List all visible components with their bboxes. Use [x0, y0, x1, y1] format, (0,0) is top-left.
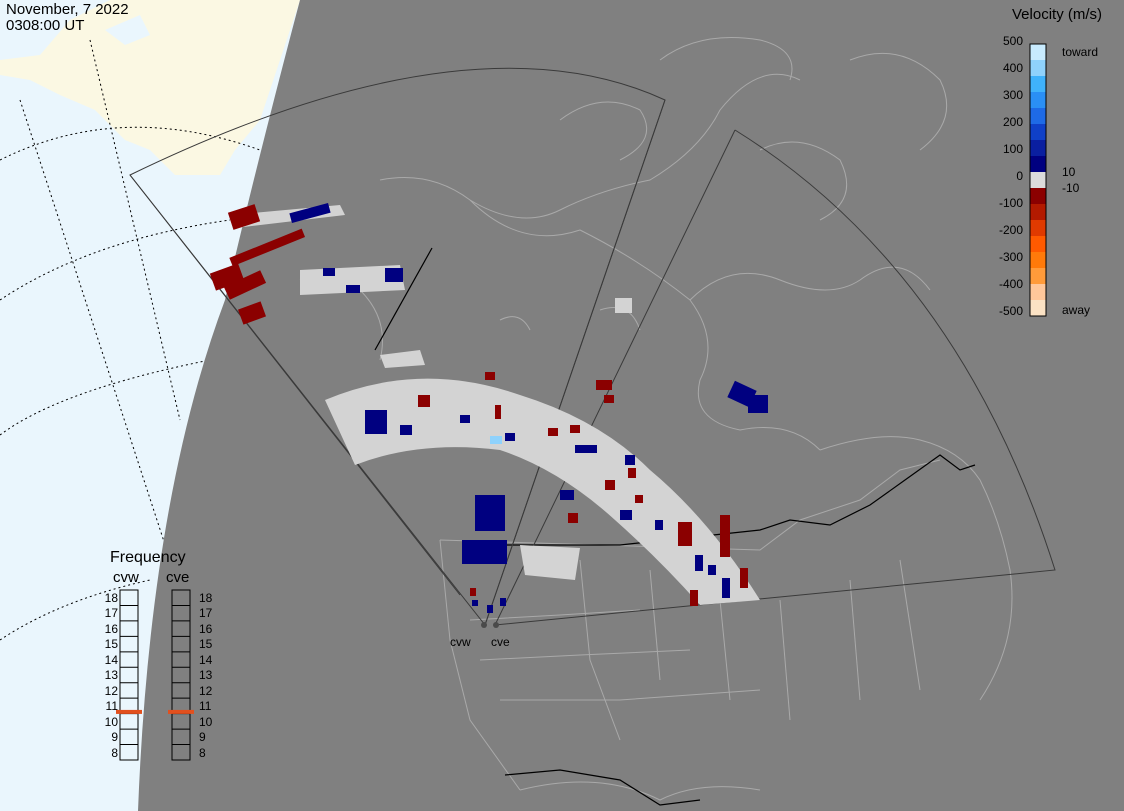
- frequency-level-label: 14: [104, 652, 118, 667]
- legend-tick-label: 300: [1002, 88, 1023, 102]
- colorbar-segment: [1030, 300, 1046, 317]
- radar-site-cve: cve: [491, 635, 510, 649]
- velocity-colorbar: [1029, 43, 1047, 317]
- frequency-level-label: 12: [104, 683, 118, 698]
- colorbar-segment: [1030, 44, 1046, 61]
- colorbar-segment: [1030, 92, 1046, 109]
- colorbar-segment: [1030, 268, 1046, 285]
- legend-tick-label: 200: [1002, 115, 1023, 129]
- legend-label-plus: 10: [1062, 165, 1076, 179]
- frequency-level-label: 8: [111, 745, 118, 760]
- legend-tick-label: 0: [1016, 169, 1023, 183]
- legend-label-minus: -10: [1062, 181, 1080, 195]
- colorbar-segment: [1030, 172, 1046, 189]
- frequency-level-label: 12: [199, 683, 213, 698]
- frequency-level-label: 14: [199, 652, 213, 667]
- frequency-level-label: 10: [199, 714, 213, 729]
- legend-title: Velocity (m/s): [1012, 6, 1103, 23]
- colorbar-segment: [1030, 140, 1046, 157]
- legend-tick-label: 500: [1002, 34, 1023, 48]
- title-time: 0308:00 UT: [6, 17, 85, 34]
- colorbar-segment: [1030, 252, 1046, 269]
- frequency-level-label: 15: [199, 637, 213, 652]
- frequency-level-label: 16: [199, 621, 213, 636]
- title-date: November, 7 2022: [6, 1, 129, 18]
- frequency-level-label: 16: [104, 621, 118, 636]
- colorbar-segment: [1030, 156, 1046, 173]
- legend-label-away: away: [1062, 303, 1091, 317]
- colorbar-segment: [1030, 204, 1046, 221]
- frequency-level-label: 18: [199, 591, 213, 605]
- frequency-radar-cvw: cvw: [113, 569, 139, 586]
- colorbar-segment: [1030, 108, 1046, 125]
- legend-tick-label: 400: [1002, 61, 1023, 75]
- frequency-title: Frequency: [110, 549, 186, 566]
- frequency-level-label: 15: [104, 637, 118, 652]
- legend-tick-label: -200: [998, 223, 1023, 237]
- frequency-level-label: 8: [199, 745, 206, 760]
- frequency-level-label: 18: [104, 591, 118, 605]
- colorbar-segment: [1030, 236, 1046, 253]
- frequency-level-label: 13: [104, 668, 118, 683]
- frequency-level-label: 13: [199, 668, 213, 683]
- frequency-level-label: 9: [111, 730, 118, 745]
- frequency-radar-cve: cve: [166, 569, 190, 586]
- frequency-level-label: 10: [104, 714, 118, 729]
- frequency-level-label: 17: [199, 606, 213, 621]
- legend-tick-label: -300: [998, 250, 1023, 264]
- legend-label-toward: toward: [1062, 45, 1099, 59]
- velocity-fast-toward: [490, 436, 502, 444]
- radar-site-cvw: cvw: [450, 635, 471, 649]
- colorbar-segment: [1030, 188, 1046, 205]
- legend-tick-label: -400: [998, 277, 1023, 291]
- ground-scatter-south: [520, 545, 580, 580]
- radar-map: [0, 0, 1124, 811]
- frequency-level-label: 17: [104, 606, 118, 621]
- legend-tick-label: -100: [998, 196, 1023, 210]
- frequency-level-label: 11: [105, 699, 118, 714]
- map-figure: November, 7 2022 0308:00 UT Velocity (m/…: [0, 0, 1124, 811]
- colorbar-segment: [1030, 60, 1046, 77]
- legend-tick-label: -500: [998, 304, 1023, 318]
- frequency-level-label: 9: [199, 730, 206, 745]
- colorbar-segment: [1030, 284, 1046, 301]
- colorbar-segment: [1030, 220, 1046, 237]
- frequency-level-label: 11: [199, 699, 212, 714]
- legend-tick-label: 100: [1002, 142, 1023, 156]
- colorbar-segment: [1030, 76, 1046, 93]
- colorbar-segment: [1030, 124, 1046, 141]
